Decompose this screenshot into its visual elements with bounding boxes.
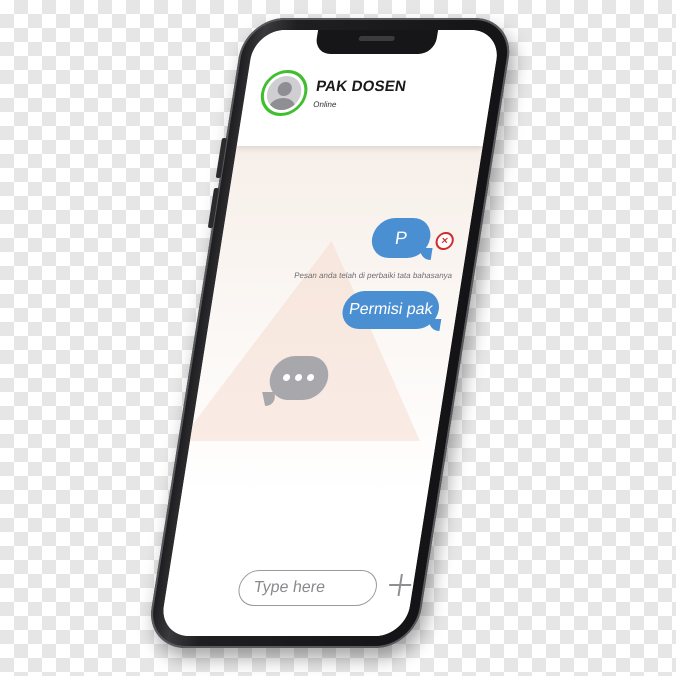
contact-avatar[interactable] — [257, 70, 311, 116]
chat-header: PAK DOSEN Online — [236, 30, 502, 146]
typing-dot — [294, 374, 303, 381]
composer-bar — [159, 556, 418, 636]
speaker-grille — [358, 36, 396, 41]
x-circle-icon[interactable]: × — [434, 232, 456, 250]
avatar-head — [276, 82, 293, 96]
avatar-body — [267, 98, 297, 110]
notch — [314, 30, 439, 54]
message-bubble-outgoing[interactable]: Permisi pak — [339, 291, 442, 331]
phone-device: PAK DOSEN Online P × Pesan anda telah di… — [145, 18, 515, 648]
typing-dots-icon — [282, 374, 291, 381]
user-avatar-icon — [264, 76, 304, 110]
contact-status: Online — [312, 100, 338, 109]
scene: PAK DOSEN Online P × Pesan anda telah di… — [0, 0, 676, 676]
message-input[interactable] — [235, 570, 380, 606]
message-text: P — [393, 228, 409, 248]
plus-icon[interactable] — [387, 574, 412, 596]
phone-screen: PAK DOSEN Online P × Pesan anda telah di… — [159, 30, 502, 636]
system-note: Pesan anda telah di perbaiki tata bahasa… — [293, 271, 453, 280]
typing-dot — [306, 374, 315, 381]
message-bubble-outgoing[interactable]: P — [368, 218, 434, 260]
message-text: Permisi pak — [347, 301, 434, 318]
contact-name: PAK DOSEN — [314, 78, 408, 95]
